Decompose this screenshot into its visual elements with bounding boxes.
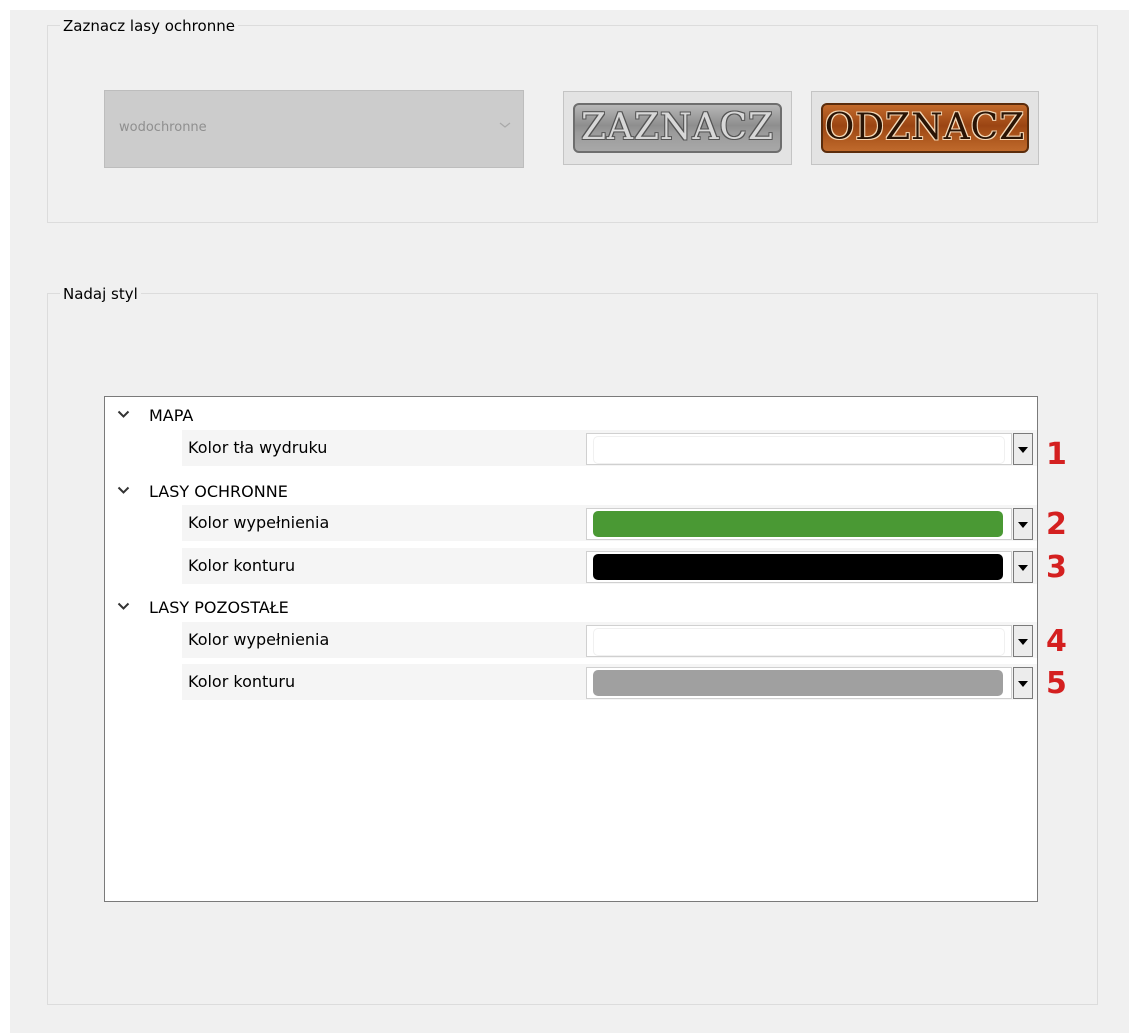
forest-type-combobox-value: wodochronne <box>119 120 207 135</box>
color-dropdown-button[interactable] <box>1013 508 1033 540</box>
annotation-marker: 5 <box>1046 666 1067 701</box>
style-group-title: Nadaj styl <box>60 284 141 304</box>
annotation-marker: 1 <box>1046 437 1067 472</box>
mark-button-label: ZAZNACZ <box>580 107 775 148</box>
color-swatch <box>593 628 1005 656</box>
property-label: Kolor konturu <box>188 672 296 691</box>
category-label: LASY OCHRONNE <box>149 482 288 501</box>
color-swatch <box>593 511 1003 537</box>
category-label: MAPA <box>149 406 194 425</box>
annotation-marker: 2 <box>1046 507 1067 542</box>
triangle-down-icon <box>1018 681 1028 687</box>
color-picker-button[interactable] <box>586 625 1012 657</box>
color-swatch <box>593 554 1003 580</box>
chevron-down-icon[interactable] <box>117 602 130 611</box>
color-swatch <box>593 670 1003 696</box>
category-label: LASY POZOSTAŁE <box>149 598 289 617</box>
chevron-down-icon[interactable] <box>117 486 130 495</box>
property-row-other-outline[interactable]: Kolor konturu <box>182 664 1037 700</box>
property-row-map-background[interactable]: Kolor tła wydruku <box>182 430 1037 466</box>
property-label: Kolor wypełnienia <box>188 630 330 649</box>
triangle-down-icon <box>1018 639 1028 645</box>
color-dropdown-button[interactable] <box>1013 667 1033 699</box>
color-dropdown-button[interactable] <box>1013 625 1033 657</box>
property-label: Kolor tła wydruku <box>188 438 328 457</box>
property-label: Kolor konturu <box>188 556 296 575</box>
annotation-marker: 4 <box>1046 624 1067 659</box>
triangle-down-icon <box>1018 522 1028 528</box>
color-picker-button[interactable] <box>586 667 1012 699</box>
unmark-button[interactable]: ODZNACZ <box>811 91 1039 165</box>
triangle-down-icon <box>1018 447 1028 453</box>
mark-button[interactable]: ZAZNACZ <box>563 91 792 165</box>
unmark-button-label: ODZNACZ <box>824 107 1026 148</box>
mark-forests-group-title: Zaznacz lasy ochronne <box>60 16 238 36</box>
color-dropdown-button[interactable] <box>1013 551 1033 583</box>
annotation-marker: 3 <box>1046 550 1067 585</box>
property-row-protective-fill[interactable]: Kolor wypełnienia <box>182 505 1037 541</box>
property-tree[interactable]: MAPA Kolor tła wydruku LASY OCHRONNE Kol… <box>104 396 1038 902</box>
color-picker-button[interactable] <box>586 551 1012 583</box>
mark-button-plaque: ZAZNACZ <box>573 103 782 153</box>
forest-type-combobox[interactable]: wodochronne <box>104 90 524 168</box>
color-dropdown-button[interactable] <box>1013 433 1033 465</box>
color-swatch <box>593 436 1005 464</box>
category-row-mapa[interactable]: MAPA <box>105 398 1037 434</box>
chevron-down-icon <box>499 122 511 128</box>
triangle-down-icon <box>1018 565 1028 571</box>
property-row-protective-outline[interactable]: Kolor konturu <box>182 548 1037 584</box>
unmark-button-plaque: ODZNACZ <box>821 103 1029 153</box>
chevron-down-icon[interactable] <box>117 410 130 419</box>
color-picker-button[interactable] <box>586 433 1012 465</box>
category-row-other-forests[interactable]: LASY POZOSTAŁE <box>105 590 1037 626</box>
property-row-other-fill[interactable]: Kolor wypełnienia <box>182 622 1037 658</box>
color-picker-button[interactable] <box>586 508 1012 540</box>
property-label: Kolor wypełnienia <box>188 513 330 532</box>
